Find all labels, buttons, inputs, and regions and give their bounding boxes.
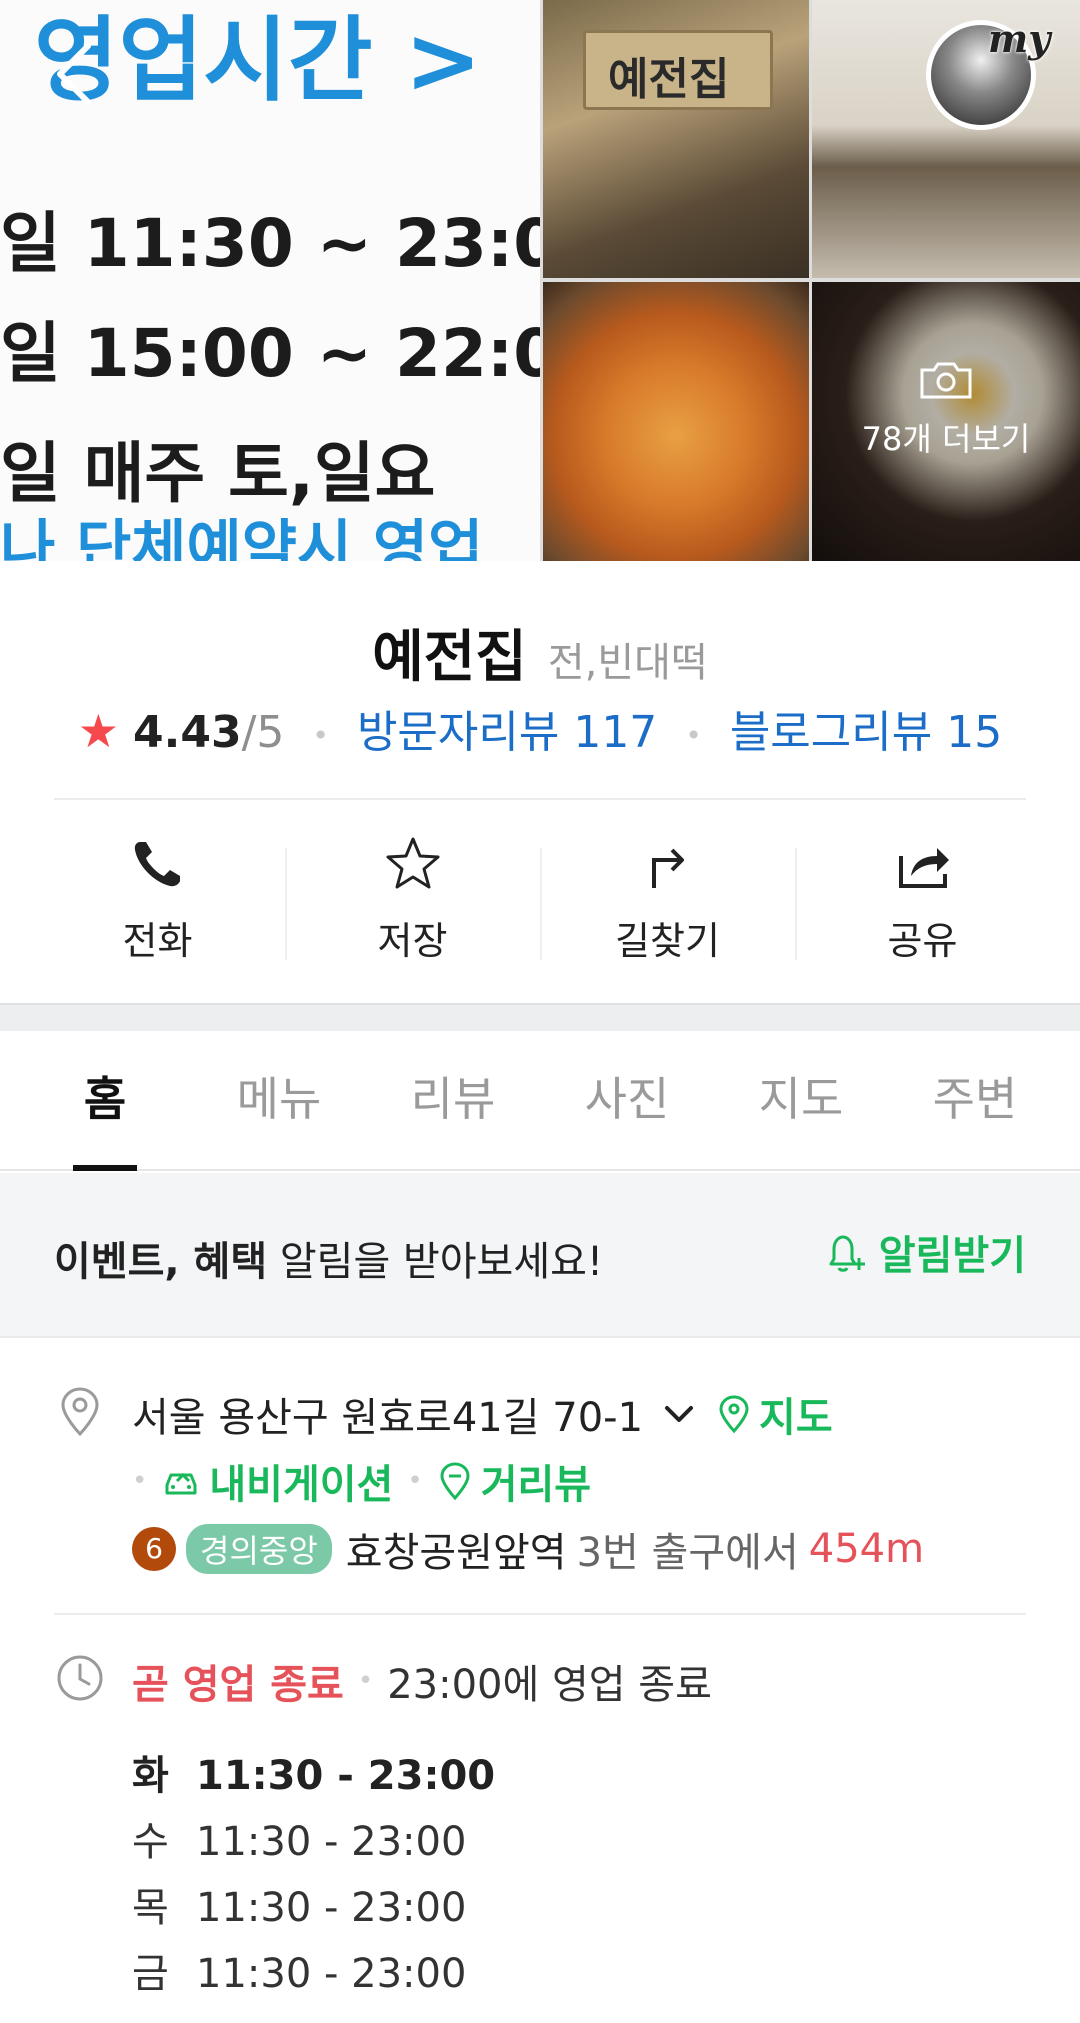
rating-max: /5 <box>241 707 285 758</box>
call-button[interactable]: 전화 <box>30 830 285 980</box>
photo-stew-dish[interactable] <box>543 282 809 561</box>
my-label: my <box>988 16 1051 61</box>
share-icon <box>898 848 949 888</box>
place-category: 전,빈대떡 <box>547 640 708 686</box>
car-navigation-icon <box>165 1472 197 1495</box>
directions-icon <box>651 848 684 888</box>
subway-line-number-badge: 6 <box>132 1527 176 1571</box>
rating-value: 4.43 <box>133 707 242 758</box>
rating-row: ★ 4.43/5 • 방문자리뷰 117 • 블로그리뷰 15 <box>0 696 1080 760</box>
place-name: 예전집 <box>372 625 527 690</box>
visitor-reviews-link[interactable]: 방문자리뷰 117 <box>357 707 657 758</box>
store-sign-text: 예전집 <box>608 54 730 105</box>
address-text[interactable]: 서울 용산구 원효로41길 70-1 <box>132 1385 643 1443</box>
star-icon <box>386 837 439 889</box>
tab-bar: 홈 메뉴 리뷰 사진 지도 주변 <box>0 1031 1080 1171</box>
back-arrow-icon[interactable] <box>46 36 106 112</box>
hours-time: 11:30 - 23:00 <box>196 1951 467 1997</box>
separator-dot: • <box>407 1466 423 1496</box>
store-signboard: 예전집 <box>583 30 773 110</box>
subway-line-name-badge: 경의중앙 <box>186 1524 332 1574</box>
street-view-icon <box>440 1462 470 1501</box>
section-separator <box>0 1003 1080 1031</box>
tab-photos[interactable]: 사진 <box>540 1031 714 1169</box>
separator-dot: • <box>357 1666 374 1696</box>
rating-star-icon: ★ <box>77 704 120 758</box>
hours-time: 11:30 - 23:00 <box>196 1885 467 1931</box>
divider <box>54 1613 1026 1615</box>
tab-reviews[interactable]: 리뷰 <box>366 1031 540 1169</box>
sign-row: 나 단체예약시 영업 <box>0 514 484 561</box>
hours-row: 수 11:30 - 23:00 <box>132 1809 495 1875</box>
call-label: 전화 <box>122 919 193 963</box>
share-button[interactable]: 공유 <box>795 830 1050 980</box>
closing-soon-status: 곧 영업 종료 <box>132 1662 344 1708</box>
hours-row-today: 화 11:30 - 23:00 <box>132 1743 495 1809</box>
hours-day: 목 <box>132 1885 169 1931</box>
hours-row: 금 11:30 - 23:00 <box>132 1941 495 2007</box>
map-link-label: 지도 <box>759 1395 833 1441</box>
action-bar: 전화 저장 길찾기 공유 <box>30 830 1050 980</box>
opening-hours-list: 화 11:30 - 23:00 수 11:30 - 23:00 목 11:30 - 2… <box>132 1743 495 2007</box>
place-detail-page: 영업시간 > 일 11:30 ~ 23:0 일 15:00 ~ 22:0 일 매… <box>0 0 1080 2023</box>
hours-time: 11:30 - 23:00 <box>196 1753 496 1799</box>
save-button[interactable]: 저장 <box>285 830 540 980</box>
location-pin-icon <box>61 1387 99 1437</box>
tab-nearby[interactable]: 주변 <box>888 1031 1062 1169</box>
tab-map[interactable]: 지도 <box>714 1031 888 1169</box>
separator-dot: • <box>312 718 329 752</box>
navigation-link[interactable]: 내비게이션 <box>161 1452 393 1510</box>
tab-menu[interactable]: 메뉴 <box>192 1031 366 1169</box>
sign-row: 일 11:30 ~ 23:0 <box>0 205 540 282</box>
more-photos-button[interactable]: 78개 더보기 <box>812 360 1080 460</box>
tab-home[interactable]: 홈 <box>18 1031 192 1171</box>
share-label: 공유 <box>887 919 958 963</box>
address-row: 서울 용산구 원효로41길 70-1 지도 <box>132 1385 833 1443</box>
bell-plus-icon <box>829 1235 865 1272</box>
map-link[interactable]: 지도 <box>717 1385 833 1443</box>
station-exit: 3번 출구에서 <box>576 1530 799 1576</box>
clock-icon <box>57 1655 103 1701</box>
separator-dot: • <box>685 718 702 752</box>
station-distance: 454m <box>808 1526 925 1572</box>
divider <box>54 798 1026 800</box>
map-pin-icon <box>719 1395 749 1434</box>
more-photos-label: 78개 더보기 <box>861 420 1031 458</box>
blog-reviews-link[interactable]: 블로그리뷰 15 <box>730 707 1002 758</box>
subscribe-notification-label: 알림받기 <box>878 1233 1026 1279</box>
notification-rest-text: 알림을 받아보세요! <box>267 1239 603 1285</box>
photo-storefront[interactable]: 예전집 <box>543 0 809 278</box>
separator-dot: • <box>132 1466 148 1496</box>
camera-icon <box>920 362 972 399</box>
station-name: 효창공원앞역 <box>345 1530 567 1576</box>
phone-icon <box>134 842 180 887</box>
closing-time-detail: 23:00에 영업 종료 <box>387 1662 712 1708</box>
sign-row: 일 15:00 ~ 22:0 <box>0 315 540 392</box>
hours-day: 금 <box>132 1951 169 1997</box>
navigation-row: • 내비게이션 • 거리뷰 <box>132 1452 591 1510</box>
business-status-row[interactable]: 곧 영업 종료 • 23:00에 영업 종료 <box>132 1652 712 1710</box>
notification-bold-text: 이벤트, 혜택 <box>54 1239 268 1285</box>
notification-text: 이벤트, 혜택 알림을 받아보세요! <box>54 1229 603 1287</box>
save-label: 저장 <box>377 919 448 963</box>
chevron-down-icon[interactable] <box>659 1394 699 1434</box>
hours-row: 목 11:30 - 23:00 <box>132 1875 495 1941</box>
photo-gallery: 영업시간 > 일 11:30 ~ 23:0 일 15:00 ~ 22:0 일 매… <box>0 0 1080 561</box>
street-view-link[interactable]: 거리뷰 <box>437 1452 591 1510</box>
place-title: 예전집 전,빈대떡 <box>0 612 1080 693</box>
hours-time: 11:30 - 23:00 <box>196 1819 467 1865</box>
navigation-link-label: 내비게이션 <box>209 1462 394 1508</box>
hours-day: 화 <box>132 1753 169 1799</box>
hours-day: 수 <box>132 1819 169 1865</box>
subway-row: 6 경의중앙 효창공원앞역 3번 출구에서 454m <box>132 1520 924 1578</box>
directions-button[interactable]: 길찾기 <box>540 830 795 980</box>
directions-label: 길찾기 <box>615 919 720 963</box>
subscribe-notification-button[interactable]: 알림받기 <box>821 1223 1026 1281</box>
street-view-link-label: 거리뷰 <box>480 1462 592 1508</box>
notification-banner: 이벤트, 혜택 알림을 받아보세요! 알림받기 <box>0 1173 1080 1338</box>
